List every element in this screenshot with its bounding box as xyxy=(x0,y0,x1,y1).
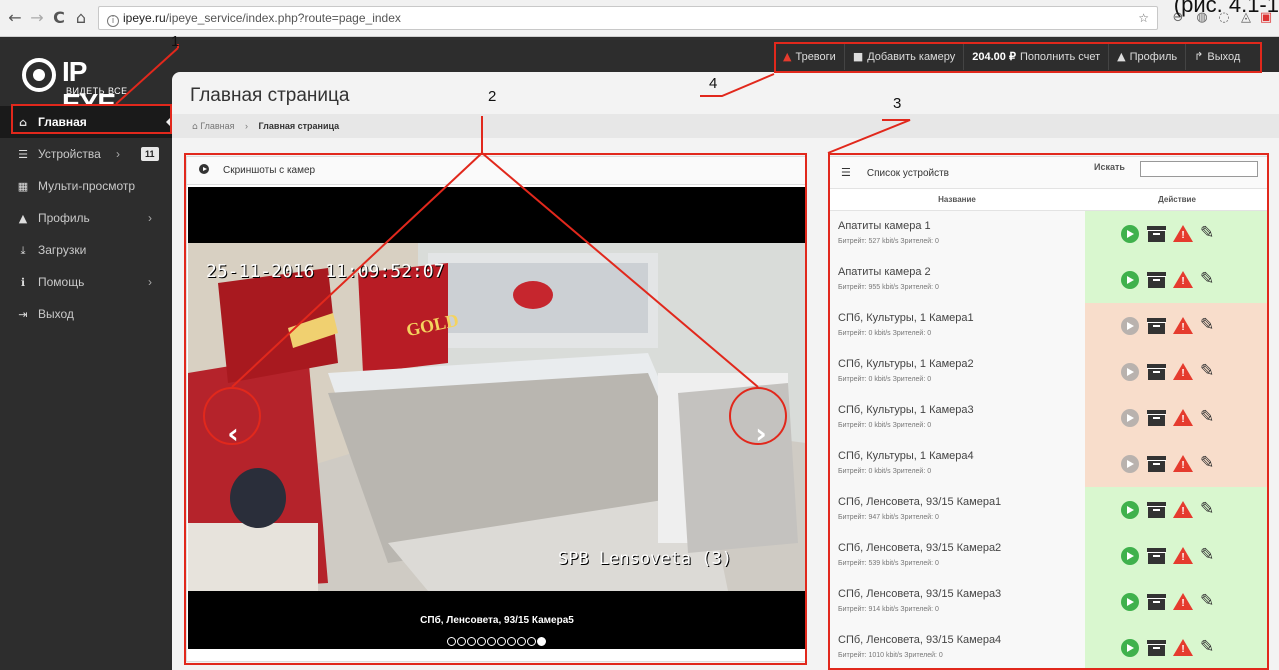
sidebar-item-multiview[interactable]: ▦ Мульти-просмотр xyxy=(0,170,172,202)
page-title: Главная страница xyxy=(190,85,350,106)
breadcrumb-current: Главная страница xyxy=(258,121,340,131)
url-host: ipeye.ru xyxy=(123,11,166,25)
annotation-circle-prev xyxy=(203,387,261,445)
bookmark-star-icon[interactable]: ☆ xyxy=(1138,7,1149,29)
user-icon: ▲ xyxy=(18,212,28,225)
annotation-number-4: 4 xyxy=(709,75,718,92)
annotation-box-1 xyxy=(11,104,172,134)
breadcrumb-separator: › xyxy=(245,121,249,131)
sidebar-item-label: Выход xyxy=(38,307,74,321)
eye-logo-icon xyxy=(22,58,56,92)
url-path: /ipeye_service/index.php?route=page_inde… xyxy=(165,11,401,25)
page-root: ← → C ⌂ i ipeye.ru/ipeye_service/index.ph… xyxy=(0,0,1279,670)
list-icon: ☰ xyxy=(18,148,28,161)
sidebar-item-logout[interactable]: ⇥ Выход xyxy=(0,298,172,330)
breadcrumb: ⌂ Главная › Главная страница xyxy=(172,114,1279,138)
chevron-right-icon: › xyxy=(148,211,152,225)
annotation-box-3 xyxy=(828,153,1269,670)
breadcrumb-home[interactable]: Главная xyxy=(200,121,234,131)
sidebar-menu: ⌂ Главная ☰ Устройства › 11 ▦ Мульти-просмо… xyxy=(0,106,172,330)
sidebar-item-label: Мульти-просмотр xyxy=(38,179,136,193)
site-info-icon[interactable]: i xyxy=(107,15,119,27)
devices-count-badge: 11 xyxy=(141,147,159,161)
annotation-number-2: 2 xyxy=(488,88,497,105)
sidebar-item-profile[interactable]: ▲ Профиль › xyxy=(0,202,172,234)
sidebar-item-label: Помощь xyxy=(38,275,85,289)
annotation-box-4 xyxy=(774,42,1262,73)
sidebar-item-label: Устройства xyxy=(38,147,101,161)
forward-icon[interactable]: → xyxy=(28,9,46,27)
home-icon[interactable]: ⌂ xyxy=(72,9,90,27)
grid-icon: ▦ xyxy=(17,180,29,193)
sidebar-item-label: Загрузки xyxy=(38,243,87,257)
chevron-right-icon: › xyxy=(116,147,120,161)
info-icon: ℹ xyxy=(20,276,26,289)
browser-toolbar: ← → C ⌂ i ipeye.ru/ipeye_service/index.ph… xyxy=(0,0,1279,37)
logo[interactable]: IP EYE ВИДЕТЬ ВСЕ xyxy=(18,52,138,119)
sidebar-item-label: Профиль xyxy=(38,211,90,225)
home-icon: ⌂ xyxy=(192,122,198,132)
annotation-number-1: 1 xyxy=(171,33,180,50)
sidebar-item-help[interactable]: ℹ Помощь › xyxy=(0,266,172,298)
exit-icon: ⇥ xyxy=(18,308,28,321)
logo-tagline: ВИДЕТЬ ВСЕ xyxy=(66,86,128,96)
address-bar[interactable]: i ipeye.ru/ipeye_service/index.php?route=… xyxy=(98,6,1158,30)
chevron-right-icon: › xyxy=(148,275,152,289)
annotation-box-2 xyxy=(184,153,807,665)
back-icon[interactable]: ← xyxy=(6,9,24,27)
sidebar-item-devices[interactable]: ☰ Устройства › 11 xyxy=(0,138,172,170)
annotation-number-3: 3 xyxy=(893,95,902,112)
sidebar-item-downloads[interactable]: ⤓ Загрузки xyxy=(0,234,172,266)
figure-label: (рис. 4.1-1 xyxy=(1173,0,1279,17)
reload-icon[interactable]: C xyxy=(50,9,68,27)
annotation-circle-next xyxy=(729,387,787,445)
download-icon: ⤓ xyxy=(20,244,26,257)
